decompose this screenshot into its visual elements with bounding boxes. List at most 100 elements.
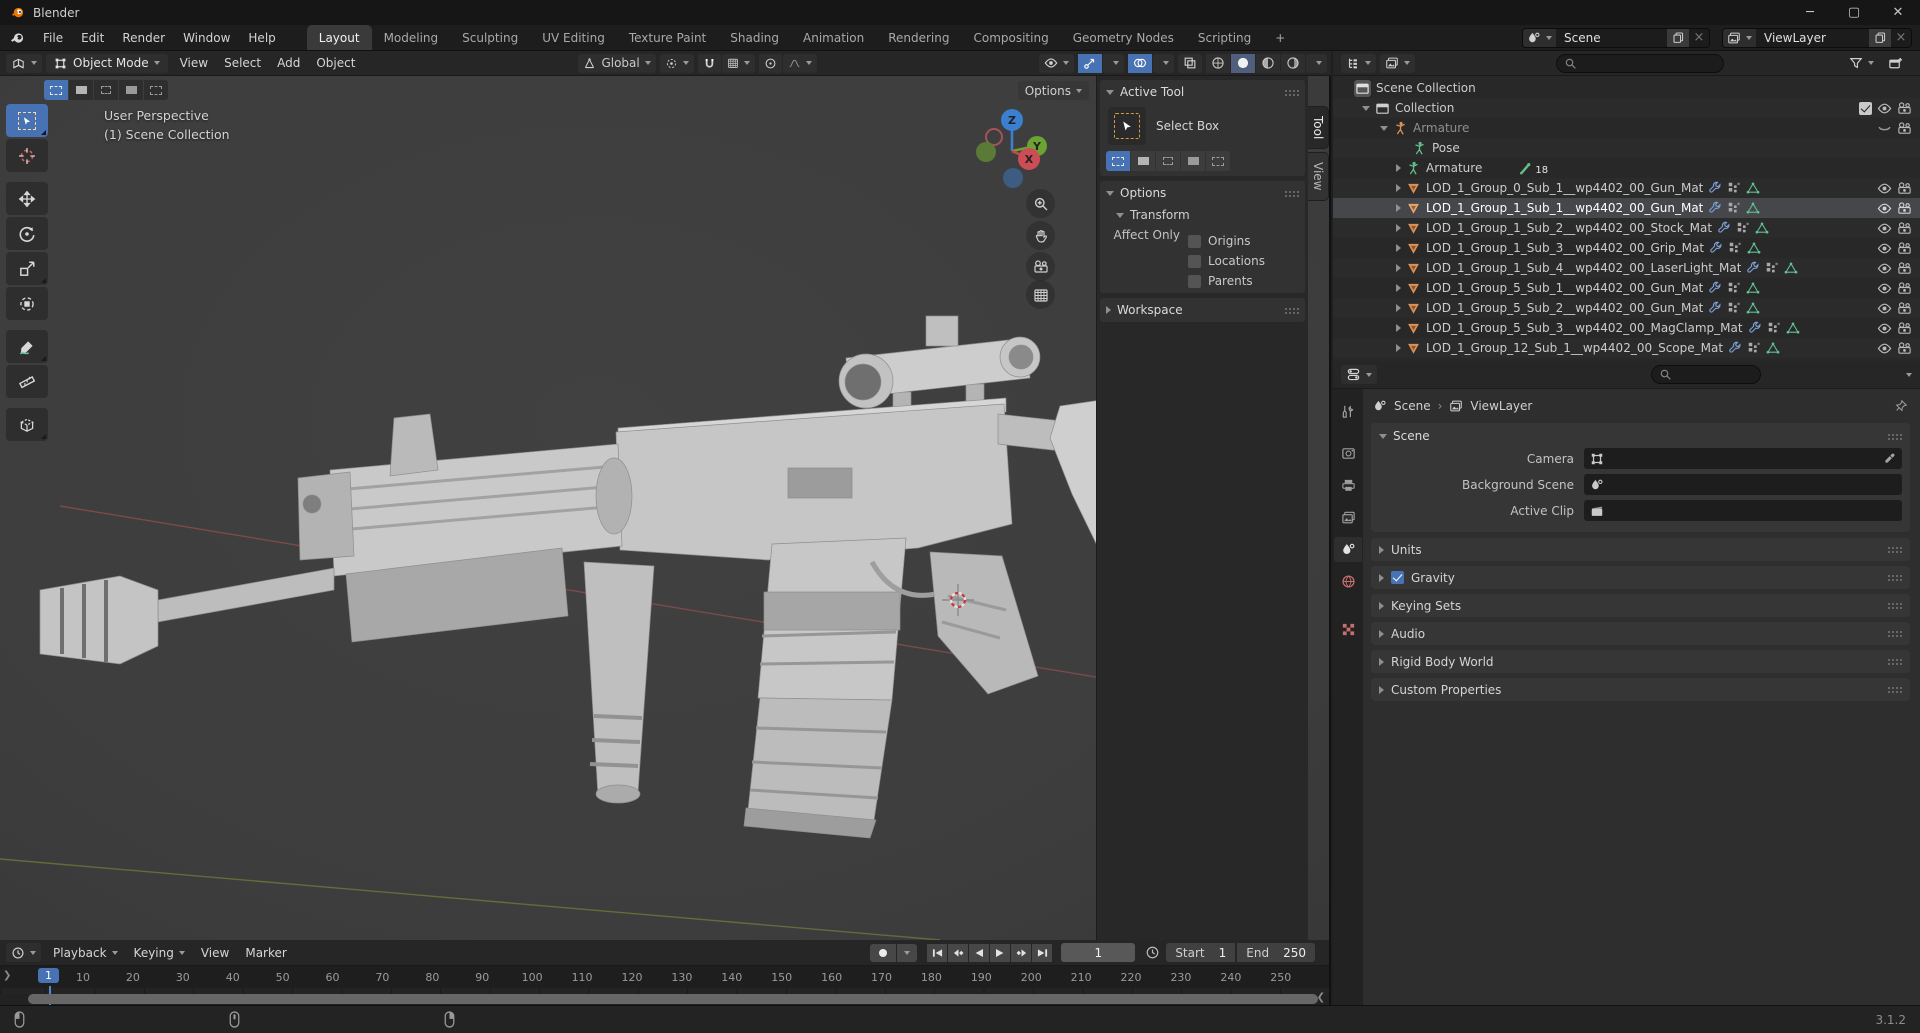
vertex-group-icon[interactable] bbox=[1727, 301, 1741, 315]
origins-checkbox[interactable] bbox=[1188, 235, 1201, 248]
frame-end-field[interactable]: End250 bbox=[1237, 943, 1315, 962]
workspace-tab-shading[interactable]: Shading bbox=[718, 25, 791, 50]
tab-tool[interactable] bbox=[1334, 399, 1362, 424]
disable-render-icon[interactable] bbox=[1897, 121, 1912, 136]
expand-icon[interactable] bbox=[1396, 344, 1401, 352]
hide-eye-icon[interactable] bbox=[1877, 221, 1892, 236]
tab-render[interactable] bbox=[1334, 441, 1362, 466]
collapse-icon[interactable] bbox=[1379, 434, 1387, 439]
disable-render-icon[interactable] bbox=[1897, 261, 1912, 276]
outliner-filter-view-layer-dropdown[interactable] bbox=[1380, 54, 1415, 73]
modifier-wrench-icon[interactable] bbox=[1708, 181, 1722, 195]
gizmo-axis-z[interactable]: Z bbox=[1001, 109, 1023, 131]
snap-settings-dropdown[interactable] bbox=[722, 54, 755, 73]
outliner-row-collection[interactable]: Collection bbox=[1333, 98, 1920, 118]
modifier-wrench-icon[interactable] bbox=[1708, 281, 1722, 295]
vertex-group-icon[interactable] bbox=[1765, 261, 1779, 275]
hide-eye-icon[interactable] bbox=[1877, 341, 1892, 356]
properties-editor-type-button[interactable] bbox=[1341, 365, 1377, 384]
section-keying-sets[interactable]: Keying Sets bbox=[1371, 594, 1910, 617]
hide-eye-icon[interactable] bbox=[1877, 301, 1892, 316]
mesh-data-icon[interactable] bbox=[1746, 301, 1760, 315]
viewport-3d[interactable]: User Perspective (1) Scene Collection Op… bbox=[0, 76, 1331, 940]
outliner-row-armature-data[interactable]: Armature 18 bbox=[1333, 158, 1920, 178]
select-mode-subtract[interactable] bbox=[94, 80, 118, 100]
background-scene-field[interactable] bbox=[1584, 474, 1902, 495]
menu-keying[interactable]: Keying bbox=[126, 946, 193, 960]
vertex-group-icon[interactable] bbox=[1727, 281, 1741, 295]
expand-icon[interactable] bbox=[1396, 184, 1401, 192]
hide-eye-icon[interactable] bbox=[1877, 241, 1892, 256]
select-mode-intersect[interactable] bbox=[144, 80, 168, 100]
gizmo-dropdown[interactable] bbox=[1103, 54, 1124, 73]
add-workspace-button[interactable]: + bbox=[1263, 25, 1297, 50]
expand-icon[interactable] bbox=[1396, 244, 1401, 252]
shading-material-button[interactable] bbox=[1256, 54, 1280, 73]
disable-render-icon[interactable] bbox=[1897, 321, 1912, 336]
mesh-data-icon[interactable] bbox=[1755, 221, 1769, 235]
expand-icon[interactable] bbox=[1396, 204, 1401, 212]
hide-eye-icon[interactable] bbox=[1877, 281, 1892, 296]
sidebar-select-mode-invert[interactable] bbox=[1181, 151, 1205, 171]
locations-checkbox[interactable] bbox=[1188, 255, 1201, 268]
expand-icon[interactable] bbox=[1396, 224, 1401, 232]
hide-eye-icon[interactable] bbox=[1877, 181, 1892, 196]
auto-keying-dropdown[interactable] bbox=[897, 944, 917, 962]
disable-render-icon[interactable] bbox=[1897, 181, 1912, 196]
pivot-point-dropdown[interactable] bbox=[660, 54, 694, 73]
workspace-tab-animation[interactable]: Animation bbox=[791, 25, 876, 50]
select-mode-invert[interactable] bbox=[119, 80, 143, 100]
shading-solid-button[interactable] bbox=[1231, 54, 1255, 73]
tab-output[interactable] bbox=[1334, 473, 1362, 498]
tab-world[interactable] bbox=[1334, 569, 1362, 594]
panel-grip[interactable] bbox=[1887, 602, 1902, 609]
menu-marker[interactable]: Marker bbox=[237, 946, 294, 960]
sidebar-tab-tool[interactable]: Tool bbox=[1308, 106, 1329, 149]
outliner-row-mesh[interactable]: LOD_1_Group_5_Sub_3__wp4402_00_MagClamp_… bbox=[1333, 318, 1920, 338]
outliner-display-mode-dropdown[interactable] bbox=[1341, 54, 1376, 73]
menu-render[interactable]: Render bbox=[113, 25, 174, 50]
panel-grip[interactable] bbox=[1887, 630, 1902, 637]
gravity-checkbox[interactable] bbox=[1391, 571, 1404, 584]
snap-toggle-button[interactable] bbox=[698, 54, 721, 73]
outliner-row-mesh[interactable]: LOD_1_Group_1_Sub_4__wp4402_00_LaserLigh… bbox=[1333, 258, 1920, 278]
mesh-data-icon[interactable] bbox=[1766, 341, 1780, 355]
locations-toggle[interactable]: Locations bbox=[1188, 254, 1265, 268]
workspace-tab-compositing[interactable]: Compositing bbox=[961, 25, 1060, 50]
disable-render-icon[interactable] bbox=[1897, 101, 1912, 116]
expand-icon[interactable] bbox=[1396, 164, 1401, 172]
mesh-data-icon[interactable] bbox=[1746, 281, 1760, 295]
orthographic-toggle-button[interactable] bbox=[1026, 280, 1055, 309]
new-collection-button[interactable] bbox=[1883, 54, 1908, 73]
menu-object[interactable]: Object bbox=[308, 56, 363, 70]
timeline-ruler[interactable]: ❯ 10203040506070809010011012013014015016… bbox=[0, 966, 1329, 988]
gizmo-axis-x[interactable]: X bbox=[1018, 148, 1040, 170]
expand-channel-icon[interactable]: ❯ bbox=[3, 970, 11, 981]
panel-grip[interactable] bbox=[1887, 546, 1902, 553]
remove-view-layer-icon[interactable]: × bbox=[1891, 30, 1911, 45]
copy-scene-icon[interactable] bbox=[1667, 29, 1689, 47]
workspace-tab-geometry-nodes[interactable]: Geometry Nodes bbox=[1061, 25, 1186, 50]
breadcrumb-view-layer[interactable]: ViewLayer bbox=[1470, 399, 1532, 413]
vertex-group-icon[interactable] bbox=[1727, 181, 1741, 195]
tool-rotate[interactable] bbox=[6, 217, 48, 250]
menu-playback[interactable]: Playback bbox=[45, 946, 126, 960]
outliner-row-mesh[interactable]: LOD_1_Group_5_Sub_1__wp4402_00_Gun_Mat bbox=[1333, 278, 1920, 298]
menu-file[interactable]: File bbox=[34, 25, 72, 50]
tool-add-cube[interactable] bbox=[6, 408, 48, 441]
navigation-gizmo[interactable]: Z Y X bbox=[960, 96, 1070, 206]
close-button[interactable]: ✕ bbox=[1876, 0, 1920, 25]
gizmo-axis-y-negative[interactable] bbox=[976, 142, 996, 162]
outliner-filter-button[interactable] bbox=[1844, 54, 1879, 73]
sidebar-select-mode-subtract[interactable] bbox=[1156, 151, 1180, 171]
sidebar-tab-view[interactable]: View bbox=[1308, 152, 1329, 200]
collapse-icon[interactable] bbox=[1106, 191, 1114, 196]
breadcrumb-scene[interactable]: Scene bbox=[1394, 399, 1431, 413]
vertex-group-icon[interactable] bbox=[1747, 341, 1761, 355]
tool-scale[interactable] bbox=[6, 252, 48, 285]
frame-start-field[interactable]: Start1 bbox=[1166, 943, 1235, 962]
outliner-row-armature-object[interactable]: Armature bbox=[1333, 118, 1920, 138]
section-audio[interactable]: Audio bbox=[1371, 622, 1910, 645]
scrollbar-thumb[interactable] bbox=[28, 994, 1318, 1004]
editor-type-button[interactable] bbox=[6, 54, 42, 73]
